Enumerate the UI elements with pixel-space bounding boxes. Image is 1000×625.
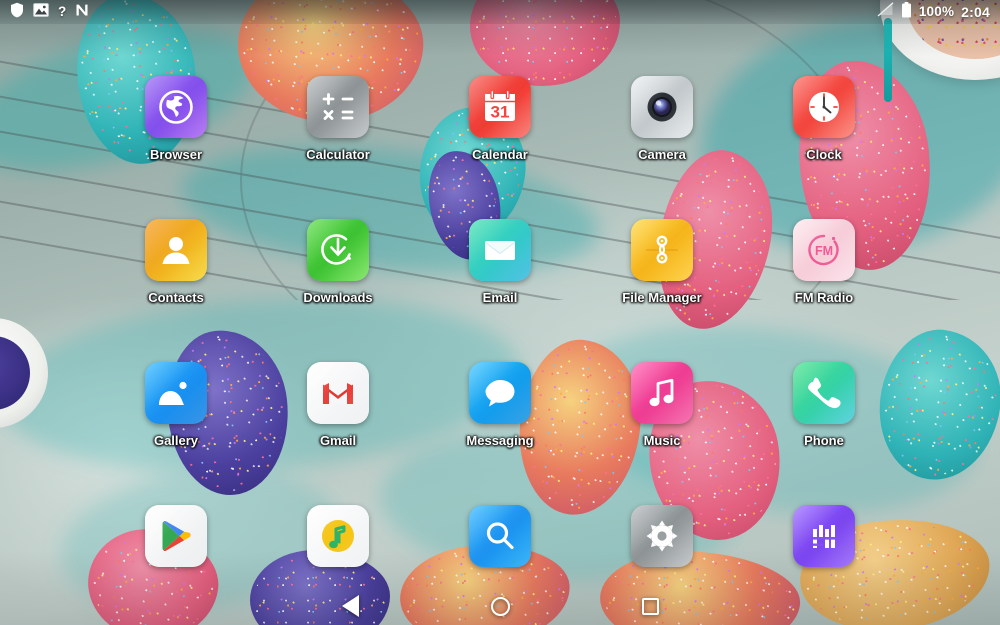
music-icon[interactable] (631, 362, 693, 424)
app-label: Gallery (153, 433, 199, 448)
shield-icon[interactable] (10, 2, 24, 23)
sound-recorder-icon[interactable] (793, 505, 855, 567)
app-camera[interactable]: Camera (581, 76, 743, 219)
app-label: Camera (638, 147, 686, 162)
app-grid: Browser Calculator 31 Calendar Camera Cl… (0, 24, 1000, 589)
app-calculator[interactable]: Calculator (257, 76, 419, 219)
clock-label: 2:04 (961, 4, 990, 20)
phone-icon[interactable] (793, 362, 855, 424)
status-bar-left: ? (10, 0, 90, 24)
status-bar-right: 100% 2:04 (877, 0, 990, 24)
app-label: Downloads (303, 290, 373, 305)
back-triangle-icon (341, 595, 359, 617)
app-downloads[interactable]: Downloads (257, 219, 419, 362)
calculator-icon[interactable] (307, 76, 369, 138)
app-contacts[interactable]: Contacts (95, 219, 257, 362)
app-fm-radio[interactable]: FM FM Radio (743, 219, 905, 362)
recents-button[interactable] (575, 587, 725, 625)
gallery-icon[interactable] (145, 362, 207, 424)
app-file-manager[interactable]: File Manager (581, 219, 743, 362)
navigation-bar (0, 587, 1000, 625)
contacts-icon[interactable] (145, 219, 207, 281)
email-icon[interactable] (469, 219, 531, 281)
app-label: Email (482, 290, 518, 305)
app-calendar[interactable]: 31 Calendar (419, 76, 581, 219)
app-label: Phone (804, 433, 844, 448)
svg-text:FM: FM (815, 244, 833, 258)
app-browser[interactable]: Browser (95, 76, 257, 219)
app-music[interactable]: Music (581, 362, 743, 505)
svg-text:31: 31 (491, 103, 510, 122)
app-label: Contacts (148, 290, 204, 305)
app-clock[interactable]: Clock (743, 76, 905, 219)
battery-full-icon (901, 1, 912, 23)
home-button[interactable] (425, 587, 575, 625)
app-label: Browser (149, 147, 203, 162)
recents-square-icon (641, 597, 659, 615)
file-manager-icon[interactable] (631, 219, 693, 281)
app-gmail[interactable]: Gmail (257, 362, 419, 505)
app-phone[interactable]: Phone (743, 362, 905, 505)
app-label: File Manager (622, 290, 702, 305)
qq-music-icon[interactable] (307, 505, 369, 567)
app-label: Clock (806, 147, 842, 162)
app-label: FM Radio (794, 290, 854, 305)
signal-off-icon (877, 2, 894, 22)
app-label: Calendar (472, 147, 528, 162)
home-circle-icon (490, 596, 510, 616)
screenshot-icon[interactable] (33, 2, 49, 22)
app-label: Calculator (306, 147, 370, 162)
app-label: Messaging (466, 433, 534, 448)
calendar-icon[interactable]: 31 (469, 76, 531, 138)
messaging-icon[interactable] (469, 362, 531, 424)
battery-percent-label: 100% (918, 4, 955, 19)
search-icon[interactable] (469, 505, 531, 567)
help-icon[interactable]: ? (58, 0, 66, 24)
downloads-icon[interactable] (307, 219, 369, 281)
play-store-icon[interactable] (145, 505, 207, 567)
fm-radio-icon[interactable]: FM (793, 219, 855, 281)
camera-icon[interactable] (631, 76, 693, 138)
settings-icon[interactable] (631, 505, 693, 567)
app-label: Music (643, 433, 681, 448)
clock-icon[interactable] (793, 76, 855, 138)
browser-icon[interactable] (145, 76, 207, 138)
app-messaging[interactable]: Messaging (419, 362, 581, 505)
app-email[interactable]: Email (419, 219, 581, 362)
back-button[interactable] (275, 587, 425, 625)
app-label: Gmail (319, 433, 357, 448)
status-bar: ? 100% 2:04 (0, 0, 1000, 24)
app-gallery[interactable]: Gallery (95, 362, 257, 505)
gmail-icon[interactable] (307, 362, 369, 424)
n-app-icon[interactable] (75, 3, 90, 22)
